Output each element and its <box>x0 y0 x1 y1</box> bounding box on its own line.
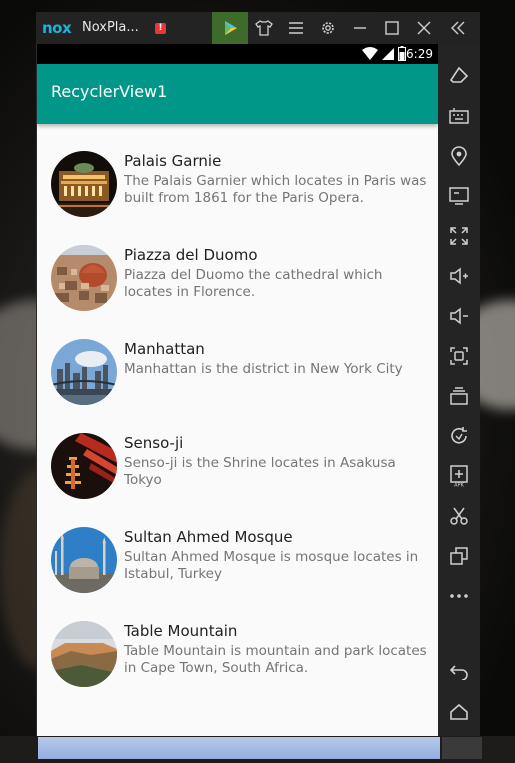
gear-icon[interactable] <box>312 12 344 44</box>
screen-icon[interactable] <box>443 180 475 212</box>
maximize-icon[interactable] <box>376 12 408 44</box>
list-item[interactable]: Manhattan Manhattan is the district in N… <box>37 325 438 419</box>
volume-down-icon[interactable] <box>443 300 475 332</box>
senso-ji-photo <box>51 433 117 499</box>
item-description: Senso-ji is the Shrine locates in Asakus… <box>124 455 396 488</box>
item-description: The Palais Garnier which locates in Pari… <box>124 173 427 206</box>
minimize-icon[interactable] <box>344 12 376 44</box>
multi-window-icon[interactable] <box>443 540 475 572</box>
svg-text:APK: APK <box>454 483 464 488</box>
collapse-sidebar-icon[interactable] <box>442 12 474 44</box>
item-title: Table Mountain <box>124 622 238 640</box>
home-icon[interactable] <box>443 696 475 728</box>
emulator-title-bar: nox NoxPla... ! <box>36 12 480 44</box>
item-title: Senso-ji <box>124 434 184 452</box>
item-title: Palais Garnie <box>124 152 222 170</box>
signal-icon <box>382 48 394 60</box>
keyboard-icon[interactable] <box>443 100 475 132</box>
apk-icon[interactable]: APK <box>443 460 475 492</box>
page-title: RecyclerView1 <box>51 82 168 101</box>
emulator-side-toolbar: APK <box>438 44 480 736</box>
taskbar-button[interactable] <box>442 737 482 759</box>
piazza-del-duomo-photo <box>51 245 117 311</box>
item-description: Piazza del Duomo the cathedral which loc… <box>124 267 383 300</box>
list-item[interactable]: Table Mountain Table Mountain is mountai… <box>37 607 438 701</box>
location-icon[interactable] <box>443 140 475 172</box>
fullscreen-icon[interactable] <box>443 220 475 252</box>
palais-garnier-photo <box>51 151 117 217</box>
manhattan-photo <box>51 339 117 405</box>
item-description: Manhattan is the district in New York Ci… <box>124 361 403 377</box>
item-description: Table Mountain is mountain and park loca… <box>124 643 427 676</box>
nox-player-window: nox NoxPla... ! 6:29 RecyclerView1 Palai… <box>36 12 480 736</box>
recycler-list[interactable]: Palais Garnie The Palais Garnier which l… <box>37 137 438 701</box>
close-icon[interactable] <box>408 12 440 44</box>
app-bar: RecyclerView1 <box>37 64 438 124</box>
table-mountain-photo <box>51 621 117 687</box>
status-bar: 6:29 <box>37 44 438 64</box>
list-item[interactable]: Senso-ji Senso-ji is the Shrine locates … <box>37 419 438 513</box>
scissors-icon[interactable] <box>443 500 475 532</box>
sultan-ahmed-mosque-photo <box>51 527 117 593</box>
more-icon[interactable] <box>443 580 475 612</box>
list-item[interactable]: Piazza del Duomo Piazza del Duomo the ca… <box>37 231 438 325</box>
shirt-icon[interactable] <box>248 12 280 44</box>
battery-icon <box>398 46 406 61</box>
app-name: NoxPla... <box>82 20 139 35</box>
back-icon[interactable] <box>443 656 475 688</box>
menu-icon[interactable] <box>280 12 312 44</box>
list-item[interactable]: Sultan Ahmed Mosque Sultan Ahmed Mosque … <box>37 513 438 607</box>
item-description: Sultan Ahmed Mosque is mosque locates in… <box>124 549 419 582</box>
item-title: Sultan Ahmed Mosque <box>124 528 293 546</box>
screenshot-icon[interactable] <box>443 340 475 372</box>
eraser-icon[interactable] <box>443 60 475 92</box>
volume-up-icon[interactable] <box>443 260 475 292</box>
taskbar-highlight <box>38 737 440 759</box>
play-store-icon[interactable] <box>212 12 248 44</box>
rotate-icon[interactable] <box>443 420 475 452</box>
clock: 6:29 <box>406 47 433 61</box>
android-screen: 6:29 RecyclerView1 Palais Garnie The Pal… <box>37 44 438 736</box>
list-item[interactable]: Palais Garnie The Palais Garnier which l… <box>37 137 438 231</box>
stack-icon[interactable] <box>443 380 475 412</box>
item-title: Piazza del Duomo <box>124 246 258 264</box>
nox-logo: nox <box>42 19 72 37</box>
alert-icon[interactable]: ! <box>155 23 166 34</box>
wifi-icon <box>362 47 378 60</box>
item-title: Manhattan <box>124 340 205 358</box>
